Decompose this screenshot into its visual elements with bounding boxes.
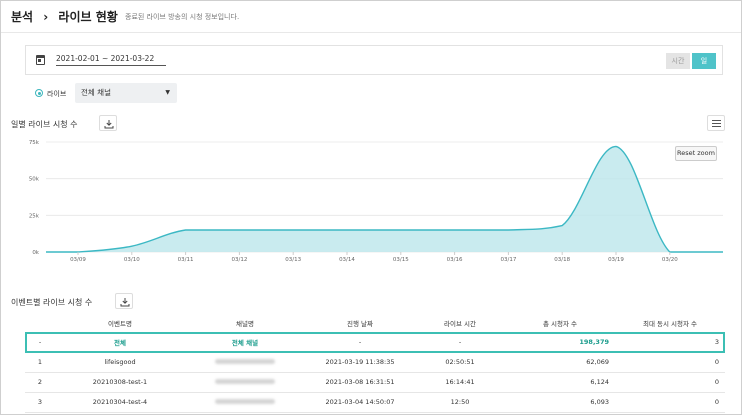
cell-total-viewers: 6,093 bbox=[505, 392, 615, 413]
redacted-channel bbox=[215, 379, 275, 384]
channel-select-value: 전체 채널 bbox=[81, 88, 111, 97]
cell-total-viewers: 6,124 bbox=[505, 372, 615, 393]
cell-channel bbox=[185, 352, 305, 373]
cell-index: 2 bbox=[25, 372, 55, 393]
x-tick-label: 03/15 bbox=[393, 257, 409, 263]
channel-select[interactable]: 전체 채널 ▼ bbox=[75, 83, 177, 103]
cell-event: lifeisgood bbox=[55, 352, 185, 373]
event-table: 이벤트명 채널명 진행 날짜 라이브 시간 총 시청자 수 최대 동시 시청자 … bbox=[25, 315, 725, 413]
x-tick-label: 03/10 bbox=[124, 257, 140, 263]
data-point[interactable] bbox=[399, 228, 403, 232]
live-radio[interactable] bbox=[35, 89, 43, 97]
cell-duration: 16:14:41 bbox=[415, 372, 505, 393]
caret-down-icon: ▼ bbox=[165, 89, 170, 96]
page-header: 분석 › 라이브 현황 종료된 라이브 방송의 시청 정보입니다. bbox=[1, 1, 741, 33]
daily-views-title: 일별 라이브 시청 수 bbox=[11, 120, 78, 129]
data-point[interactable] bbox=[453, 228, 457, 232]
cell-channel bbox=[185, 372, 305, 393]
x-tick-label: 03/19 bbox=[608, 257, 624, 263]
data-point[interactable] bbox=[130, 244, 134, 248]
unit-time-button[interactable]: 시간 bbox=[666, 53, 690, 69]
data-point[interactable] bbox=[291, 228, 295, 232]
breadcrumb-section[interactable]: 분석 bbox=[11, 10, 33, 24]
col-total-viewers: 총 시청자 수 bbox=[505, 315, 615, 333]
cell-max-concurrent: 0 bbox=[615, 372, 725, 393]
data-point[interactable] bbox=[506, 228, 510, 232]
calendar-icon[interactable] bbox=[36, 55, 45, 65]
date-range-input[interactable]: 2021-02-01 ~ 2021-03-22 bbox=[56, 54, 166, 66]
download-icon bbox=[120, 298, 130, 307]
col-duration: 라이브 시간 bbox=[415, 315, 505, 333]
cell-date: 2021-03-19 11:38:35 bbox=[305, 352, 415, 373]
y-tick-label: 50k bbox=[29, 177, 40, 183]
chart-menu-button[interactable] bbox=[707, 115, 725, 131]
table-row[interactable]: 1 lifeisgood 2021-03-19 11:38:35 02:50:5… bbox=[25, 352, 725, 373]
x-tick-label: 03/14 bbox=[339, 257, 355, 263]
data-point[interactable] bbox=[237, 228, 241, 232]
unit-day-button[interactable]: 일 bbox=[692, 53, 716, 69]
x-tick-label: 03/20 bbox=[662, 257, 678, 263]
event-views-title: 이벤트별 라이브 시청 수 bbox=[11, 298, 93, 307]
cell-event: 20210308-test-1 bbox=[55, 372, 185, 393]
data-point[interactable] bbox=[560, 224, 564, 228]
cell-max-concurrent: 3 bbox=[615, 332, 725, 353]
x-tick-label: 03/17 bbox=[500, 257, 516, 263]
table-row[interactable]: 3 20210304-test-4 2021-03-04 14:50:07 12… bbox=[25, 392, 725, 413]
breadcrumb: 분석 › 라이브 현황 bbox=[11, 8, 124, 25]
breadcrumb-separator: › bbox=[43, 10, 49, 24]
col-channel: 채널명 bbox=[185, 315, 305, 333]
cell-date: 2021-03-04 14:50:07 bbox=[305, 392, 415, 413]
col-max-concurrent: 최대 동시 시청자 수 bbox=[615, 315, 725, 333]
views-area bbox=[46, 146, 723, 252]
cell-event: 전체 bbox=[55, 332, 185, 353]
x-tick-label: 03/09 bbox=[70, 257, 86, 263]
cell-duration: 12:50 bbox=[415, 392, 505, 413]
cell-index: 1 bbox=[25, 352, 55, 373]
cell-total-viewers: 62,069 bbox=[505, 352, 615, 373]
data-point[interactable] bbox=[184, 228, 188, 232]
cell-channel bbox=[185, 392, 305, 413]
y-tick-label: 75k bbox=[29, 140, 40, 146]
table-header-row: 이벤트명 채널명 진행 날짜 라이브 시간 총 시청자 수 최대 동시 시청자 … bbox=[25, 315, 725, 333]
daily-download-button[interactable] bbox=[99, 115, 117, 131]
cell-total-viewers: 198,379 bbox=[505, 332, 615, 353]
live-radio-label: 라이브 bbox=[47, 90, 67, 98]
event-download-button[interactable] bbox=[115, 293, 133, 309]
col-index bbox=[25, 315, 55, 333]
x-tick-label: 03/12 bbox=[231, 257, 247, 263]
cell-event: 20210304-test-4 bbox=[55, 392, 185, 413]
daily-views-chart: 0k 25k 50k 75k 03/09 03/10 03/11 03/12 03/13 03/… bbox=[29, 140, 723, 263]
download-icon bbox=[104, 120, 114, 129]
col-event: 이벤트명 bbox=[55, 315, 185, 333]
hamburger-menu-icon bbox=[712, 120, 721, 121]
x-tick-label: 03/16 bbox=[447, 257, 463, 263]
cell-date: - bbox=[305, 332, 415, 353]
table-row[interactable]: 2 20210308-test-1 2021-03-08 16:31:51 16… bbox=[25, 372, 725, 393]
cell-duration: 02:50:51 bbox=[415, 352, 505, 373]
page-title: 라이브 현황 bbox=[58, 10, 118, 24]
y-tick-label: 0k bbox=[32, 250, 39, 256]
x-tick-label: 03/18 bbox=[554, 257, 570, 263]
cell-duration: - bbox=[415, 332, 505, 353]
data-point[interactable] bbox=[614, 144, 618, 148]
cell-channel: 전체 채널 bbox=[185, 332, 305, 353]
table-total-row[interactable]: - 전체 전체 채널 - - 198,379 3 bbox=[25, 332, 725, 353]
page-description: 종료된 라이브 방송의 시청 정보입니다. bbox=[125, 13, 240, 21]
date-filter-bar: 2021-02-01 ~ 2021-03-22 시간 일 bbox=[25, 45, 723, 75]
y-tick-label: 25k bbox=[29, 213, 40, 219]
cell-max-concurrent: 0 bbox=[615, 352, 725, 373]
cell-index: 3 bbox=[25, 392, 55, 413]
redacted-channel bbox=[215, 359, 275, 364]
data-point[interactable] bbox=[345, 228, 349, 232]
x-tick-label: 03/11 bbox=[178, 257, 194, 263]
x-tick-label: 03/13 bbox=[285, 257, 301, 263]
col-date: 진행 날짜 bbox=[305, 315, 415, 333]
cell-max-concurrent: 0 bbox=[615, 392, 725, 413]
redacted-channel bbox=[215, 399, 275, 404]
cell-date: 2021-03-08 16:31:51 bbox=[305, 372, 415, 393]
cell-index: - bbox=[25, 332, 55, 353]
